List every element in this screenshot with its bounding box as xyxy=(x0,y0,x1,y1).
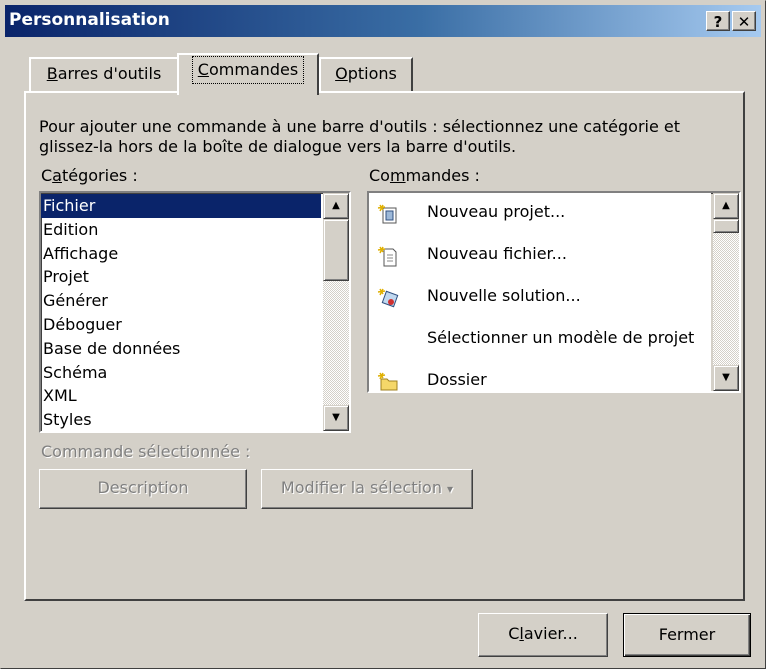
keyboard-label-post: avier... xyxy=(523,624,578,643)
commands-list[interactable]: Nouveau projet... Nouveau fichier... Nouve… xyxy=(367,191,741,393)
scroll-up-button[interactable]: ▲ xyxy=(323,193,349,219)
scroll-thumb[interactable] xyxy=(323,219,349,281)
dialog-title: Personnalisation xyxy=(9,10,170,30)
command-item-label: Nouveau fichier... xyxy=(427,244,567,263)
tab-commands[interactable]: Commandes xyxy=(177,53,319,95)
scroll-down-button[interactable]: ▼ xyxy=(713,365,739,391)
modify-selection-button[interactable]: Modifier la sélection ▾ xyxy=(261,469,473,509)
scroll-down-button[interactable]: ▼ xyxy=(323,405,349,431)
command-item-label: Nouveau projet... xyxy=(427,202,566,221)
close-dialog-button[interactable]: Fermer xyxy=(623,613,751,657)
tab-options[interactable]: Options xyxy=(319,57,413,91)
category-item[interactable]: Générer xyxy=(41,289,321,313)
scroll-up-button[interactable]: ▲ xyxy=(713,193,739,219)
scroll-thumb[interactable] xyxy=(713,219,739,233)
category-item[interactable]: Fichier xyxy=(41,194,321,218)
commands-scrollbar[interactable]: ▲ ▼ xyxy=(713,193,739,391)
tab-options-key: O xyxy=(335,64,348,83)
help-button[interactable]: ? xyxy=(706,11,730,31)
chevron-down-icon: ▾ xyxy=(447,482,454,496)
command-item[interactable]: Nouvelle solution... xyxy=(369,277,711,319)
category-item[interactable]: Schéma xyxy=(41,361,321,385)
category-item[interactable]: Projet xyxy=(41,265,321,289)
title-bar[interactable]: Personnalisation ? ✕ xyxy=(5,5,761,37)
command-item[interactable]: Dossier xyxy=(369,361,711,391)
tab-toolbars[interactable]: Barres d'outils xyxy=(29,57,179,91)
command-item[interactable]: Nouveau projet... xyxy=(369,193,711,235)
category-item[interactable]: Edition xyxy=(41,218,321,242)
category-item[interactable]: Déboguer xyxy=(41,313,321,337)
categories-scrollbar[interactable]: ▲ ▼ xyxy=(323,193,349,431)
tab-toolbars-label: arres d'outils xyxy=(57,64,162,83)
category-item[interactable]: Affichage xyxy=(41,242,321,266)
close-button[interactable]: ✕ xyxy=(732,11,756,31)
tab-commands-label: ommandes xyxy=(208,60,299,79)
command-item-label: Sélectionner un modèle de projet xyxy=(427,328,695,347)
new-file-icon xyxy=(377,245,399,267)
categories-list[interactable]: Fichier Edition Affichage Projet Générer Débo… xyxy=(39,191,351,433)
command-item[interactable]: Nouveau fichier... xyxy=(369,235,711,277)
command-item[interactable]: Sélectionner un modèle de projet xyxy=(369,319,711,361)
modify-selection-label: Modifier la sélection xyxy=(280,478,442,497)
tab-commands-key: C xyxy=(197,60,209,79)
category-item[interactable]: XML xyxy=(41,384,321,408)
command-item-label: Dossier xyxy=(427,370,487,389)
keyboard-label-pre: C xyxy=(508,624,520,643)
tab-toolbars-key: B xyxy=(46,64,58,83)
category-item[interactable]: Styles xyxy=(41,408,321,431)
new-solution-icon xyxy=(377,287,399,309)
command-item-label: Nouvelle solution... xyxy=(427,286,581,305)
category-item[interactable]: Base de données xyxy=(41,337,321,361)
keyboard-button[interactable]: Clavier... xyxy=(478,613,608,657)
selected-command-label: Commande sélectionnée : xyxy=(41,442,251,461)
tab-options-label: ptions xyxy=(347,64,397,83)
customize-dialog: Personnalisation ? ✕ Barres d'outils Com… xyxy=(0,0,766,669)
new-folder-icon xyxy=(377,371,399,391)
new-project-icon xyxy=(377,203,399,225)
description-button[interactable]: Description xyxy=(39,469,247,509)
